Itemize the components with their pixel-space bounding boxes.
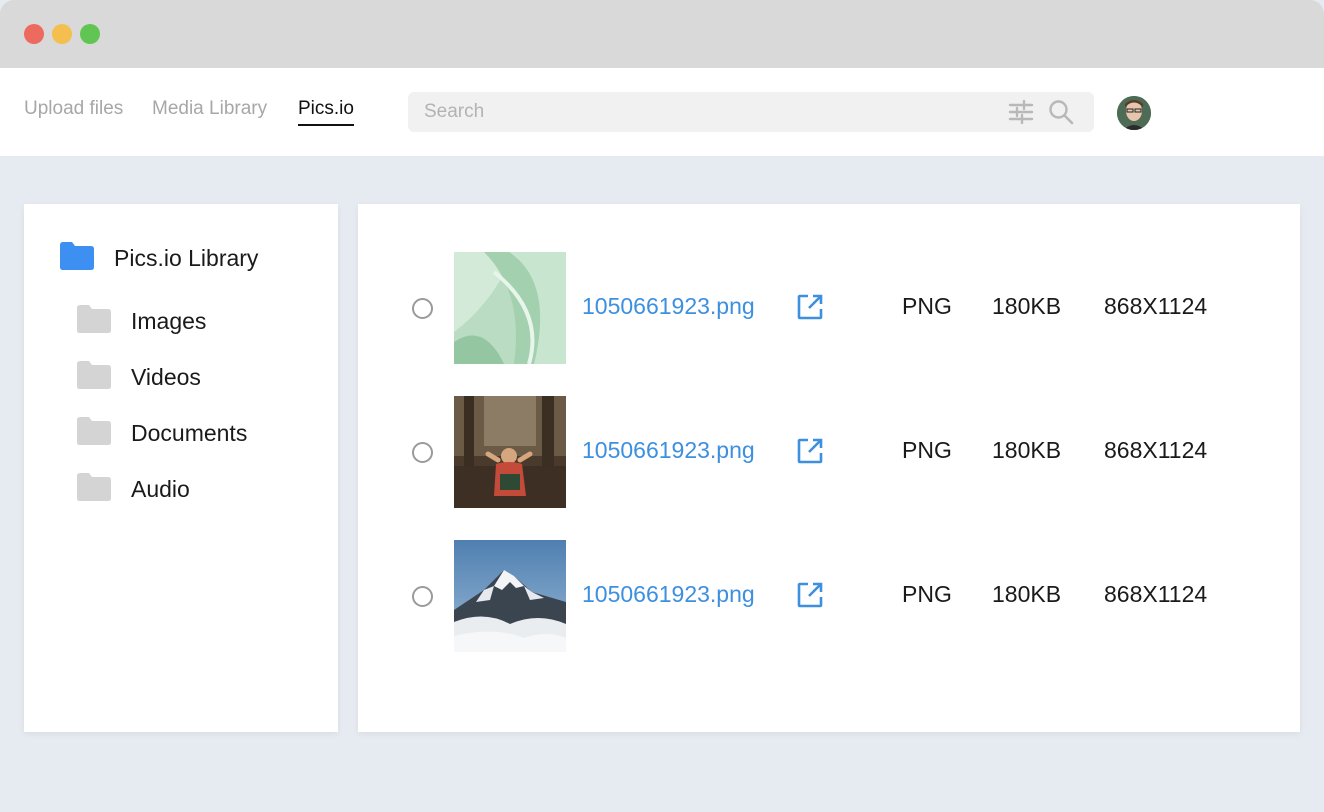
open-external-icon[interactable] [796, 581, 824, 609]
folder-sidebar: Pics.io Library Images Videos Documents … [24, 204, 338, 732]
search-bar [408, 92, 1094, 132]
file-name-link[interactable]: 1050661923.png [582, 293, 755, 320]
file-type: PNG [902, 437, 952, 463]
open-external-icon[interactable] [796, 437, 824, 465]
file-thumbnail-green-abstract[interactable] [454, 252, 566, 364]
sidebar-item-label: Images [131, 308, 207, 334]
open-external-icon[interactable] [796, 293, 824, 321]
tab-pics-io[interactable]: Pics.io [298, 98, 354, 126]
file-select-radio[interactable] [412, 298, 433, 319]
folder-icon [60, 242, 94, 275]
minimize-window-button[interactable] [52, 24, 72, 44]
folder-icon [77, 305, 111, 338]
tab-upload-files[interactable]: Upload files [24, 98, 123, 124]
sidebar-item-audio[interactable]: Audio [77, 473, 190, 506]
file-row: 1050661923.png PNG 180KB 868X1124 [358, 396, 1300, 508]
file-size: 180KB [992, 293, 1062, 319]
sidebar-item-label: Videos [131, 364, 201, 390]
title-bar [0, 0, 1324, 68]
file-dimensions: 868X1124 [1104, 437, 1208, 463]
maximize-window-button[interactable] [80, 24, 100, 44]
folder-icon [77, 417, 111, 450]
file-list: 1050661923.png PNG 180KB 868X1124 105066… [358, 204, 1300, 732]
file-select-radio[interactable] [412, 442, 433, 463]
file-name-link[interactable]: 1050661923.png [582, 437, 755, 464]
search-input[interactable] [424, 92, 984, 132]
app-window: Upload files Media Library Pics.io Searc… [0, 0, 1324, 812]
filter-sliders-icon[interactable] [1008, 99, 1034, 125]
search-icon[interactable] [1048, 99, 1074, 125]
sidebar-item-images[interactable]: Images [77, 305, 206, 338]
sidebar-item-label: Documents [131, 420, 248, 446]
file-type: PNG [902, 581, 952, 607]
header: Upload files Media Library Pics.io [0, 68, 1324, 156]
file-size: 180KB [992, 581, 1062, 607]
file-name-link[interactable]: 1050661923.png [582, 581, 755, 608]
tab-media-library[interactable]: Media Library [152, 98, 267, 124]
file-dimensions: 868X1124 [1104, 293, 1208, 319]
file-thumbnail-snowy-mountain[interactable] [454, 540, 566, 652]
user-avatar[interactable] [1117, 96, 1151, 130]
folder-icon [77, 473, 111, 506]
close-window-button[interactable] [24, 24, 44, 44]
file-row: 1050661923.png PNG 180KB 868X1124 [358, 252, 1300, 364]
file-type: PNG [902, 293, 952, 319]
folder-icon [77, 361, 111, 394]
file-select-radio[interactable] [412, 586, 433, 607]
sidebar-item-label: Audio [131, 476, 190, 502]
sidebar-item-pics-io-library[interactable]: Pics.io Library [60, 242, 258, 275]
sidebar-item-label: Pics.io Library [114, 245, 259, 271]
sidebar-item-videos[interactable]: Videos [77, 361, 201, 394]
file-dimensions: 868X1124 [1104, 581, 1208, 607]
sidebar-item-documents[interactable]: Documents [77, 417, 247, 450]
file-thumbnail-person-forest[interactable] [454, 396, 566, 508]
file-row: 1050661923.png PNG 180KB 868X1124 [358, 540, 1300, 652]
file-size: 180KB [992, 437, 1062, 463]
